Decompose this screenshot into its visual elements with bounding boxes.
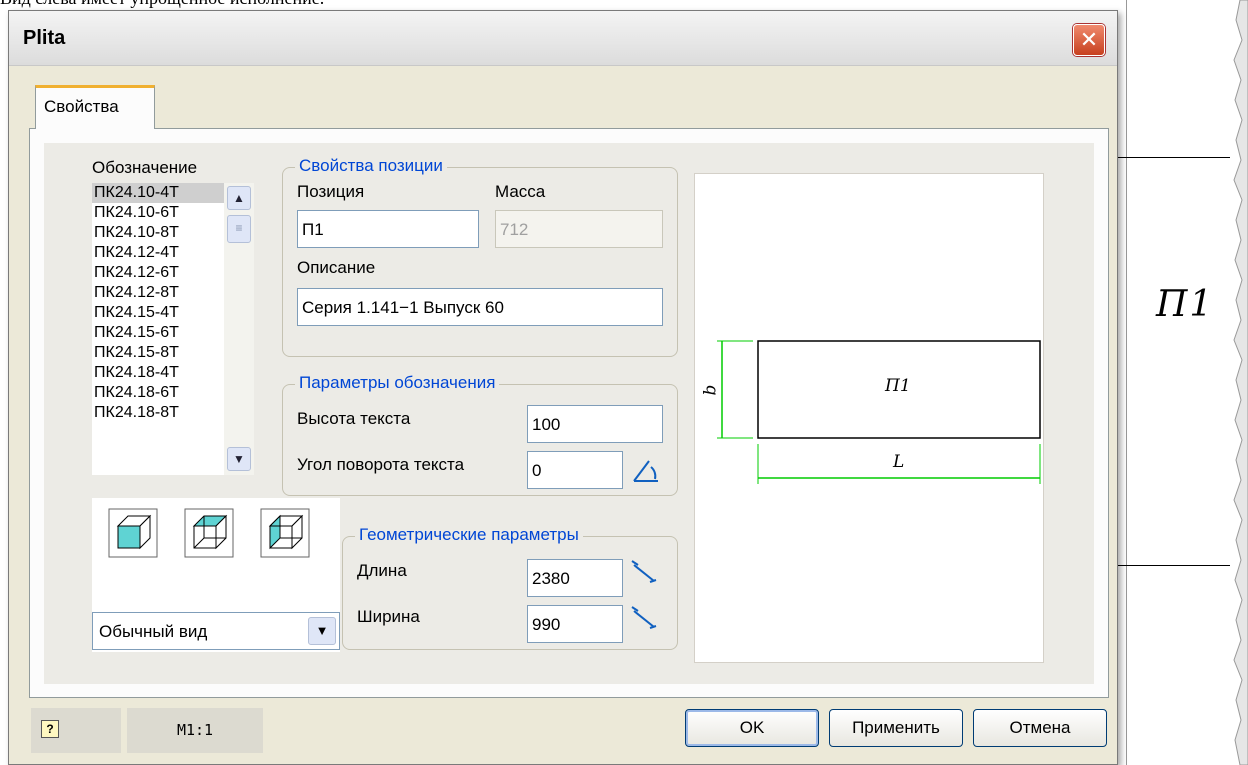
designation-params-legend: Параметры обозначения [295, 373, 500, 393]
width-input[interactable]: 990 [527, 605, 623, 643]
preview-center-label: П1 [885, 376, 911, 396]
position-properties-group: Свойства позиции Позиция Масса П1 712 Оп… [282, 156, 678, 357]
mass-label: Масса [495, 182, 546, 201]
geometry-params-group: Геометрические параметры Длина 2380 Шири… [342, 525, 678, 650]
measure-length-icon[interactable] [629, 557, 659, 587]
preview-panel: П1 b L [694, 173, 1044, 663]
drawing-canvas: П1 [1118, 0, 1248, 765]
measure-width-icon[interactable] [629, 603, 659, 633]
text-angle-label: Угол поворота текста [297, 455, 465, 474]
length-label: Длина [357, 561, 407, 580]
width-label: Ширина [357, 607, 420, 626]
help-area: ? [31, 708, 121, 753]
ok-button[interactable]: OK [685, 709, 819, 747]
designation-listbox[interactable]: ПК24.10-4Т ПК24.10-6Т ПК24.10-8Т ПК24.12… [92, 183, 254, 475]
drawing-hline-bottom [1118, 565, 1230, 566]
drawing-border-line [1126, 0, 1127, 765]
title-bar[interactable]: Plita ✕ [9, 11, 1117, 66]
cube-side-face-icon[interactable] [260, 508, 310, 558]
torn-edge [1233, 0, 1248, 765]
preview-width-dim-label: b [700, 384, 721, 396]
tab-properties[interactable]: Свойства [35, 85, 155, 129]
cube-wireframe-icon[interactable] [184, 508, 234, 558]
chevron-down-icon[interactable]: ▼ [308, 617, 336, 645]
plita-dialog: Plita ✕ Свойства Обозначение ПК24.10-4Т … [8, 10, 1118, 765]
window-title: Plita [23, 27, 66, 49]
scroll-up-icon[interactable]: ▲ [227, 186, 251, 210]
cube-solid-front-icon[interactable] [108, 508, 158, 558]
preview-drawing [717, 340, 1041, 484]
geometry-params-legend: Геометрические параметры [355, 525, 583, 545]
preview-length-dim-label: L [893, 452, 905, 472]
document-caption: Вид слева имеет упрощенное исполнение. [0, 0, 324, 9]
position-input[interactable]: П1 [297, 210, 479, 248]
list-scrollbar[interactable]: ▲ ≡ ▼ [224, 183, 254, 475]
drawing-label: П1 [1156, 284, 1215, 325]
designation-label: Обозначение [92, 158, 198, 177]
view-mode-select[interactable]: Обычный вид ▼ [92, 612, 340, 650]
angle-pick-icon[interactable] [631, 455, 661, 485]
tab-panel-properties: Обозначение ПК24.10-4Т ПК24.10-6Т ПК24.1… [29, 128, 1109, 698]
view-mode-value: Обычный вид [99, 622, 208, 641]
scale-indicator: M1:1 [127, 708, 263, 753]
text-height-input[interactable]: 100 [527, 405, 663, 443]
apply-button[interactable]: Применить [829, 709, 963, 747]
tab-properties-label: Свойства [44, 97, 119, 116]
position-properties-legend: Свойства позиции [295, 156, 447, 176]
cancel-button[interactable]: Отмена [973, 709, 1107, 747]
close-button[interactable]: ✕ [1073, 24, 1105, 56]
text-angle-input[interactable]: 0 [527, 451, 623, 489]
help-icon[interactable]: ? [41, 720, 59, 738]
text-height-label: Высота текста [297, 409, 411, 428]
description-input[interactable]: Серия 1.141−1 Выпуск 60 [297, 288, 663, 326]
mass-input: 712 [495, 210, 663, 248]
properties-content: Обозначение ПК24.10-4Т ПК24.10-6Т ПК24.1… [44, 143, 1094, 684]
position-label: Позиция [297, 182, 365, 201]
scroll-down-icon[interactable]: ▼ [227, 447, 251, 471]
scroll-thumb[interactable]: ≡ [227, 215, 251, 243]
drawing-hline-top [1118, 157, 1230, 158]
length-input[interactable]: 2380 [527, 559, 623, 597]
designation-params-group: Параметры обозначения Высота текста 100 … [282, 373, 678, 496]
view-mode-panel: Обычный вид ▼ [92, 498, 340, 652]
description-label: Описание [297, 258, 376, 277]
